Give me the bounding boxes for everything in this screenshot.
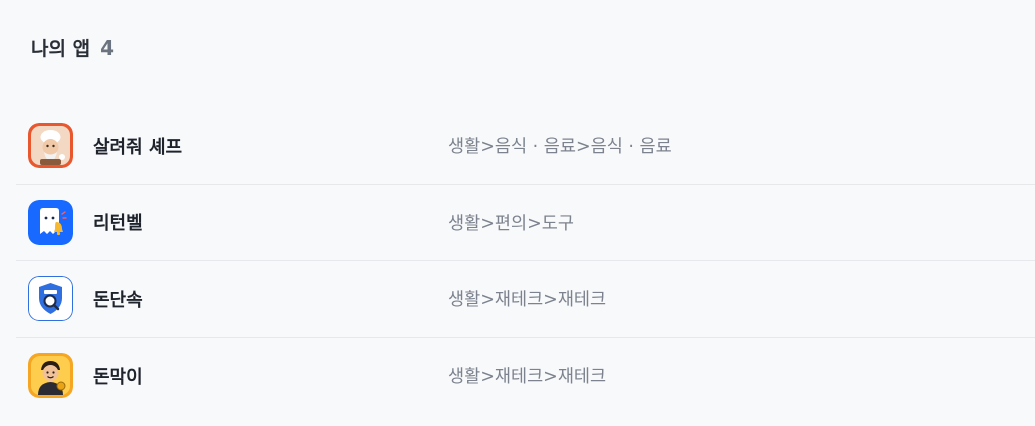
app-list-item[interactable]: 살려줘 셰프 생활>음식 · 음료>음식 · 음료 — [16, 108, 1035, 185]
app-name[interactable]: 살려줘 셰프 — [93, 133, 182, 159]
app-category: 생활>재테크>재테크 — [448, 290, 607, 311]
chef-app-icon[interactable] — [28, 123, 73, 169]
app-name[interactable]: 리턴벨 — [93, 209, 143, 235]
page-title: 나의 앱 — [31, 38, 91, 60]
my-apps-header: 나의 앱 4 — [31, 34, 114, 61]
app-category: 생활>편의>도구 — [448, 213, 574, 234]
app-count: 4 — [100, 36, 114, 60]
app-category: 생활>음식 · 음료>음식 · 음료 — [448, 137, 672, 158]
app-category: 생활>재테크>재테크 — [448, 367, 607, 388]
app-name[interactable]: 돈단속 — [93, 286, 143, 312]
app-list-item[interactable]: 돈단속 생활>재테크>재테크 — [16, 261, 1035, 338]
app-list: 살려줘 셰프 생활>음식 · 음료>음식 · 음료 리턴벨 생활>편의>도구 돈… — [16, 108, 1035, 414]
dondansok-app-icon[interactable] — [28, 276, 73, 322]
returnbell-app-icon[interactable] — [28, 199, 73, 245]
donmagi-app-icon[interactable] — [28, 353, 73, 399]
app-name[interactable]: 돈막이 — [93, 363, 143, 389]
app-list-item[interactable]: 돈막이 생활>재테크>재테크 — [16, 338, 1035, 415]
app-list-item[interactable]: 리턴벨 생활>편의>도구 — [16, 185, 1035, 261]
